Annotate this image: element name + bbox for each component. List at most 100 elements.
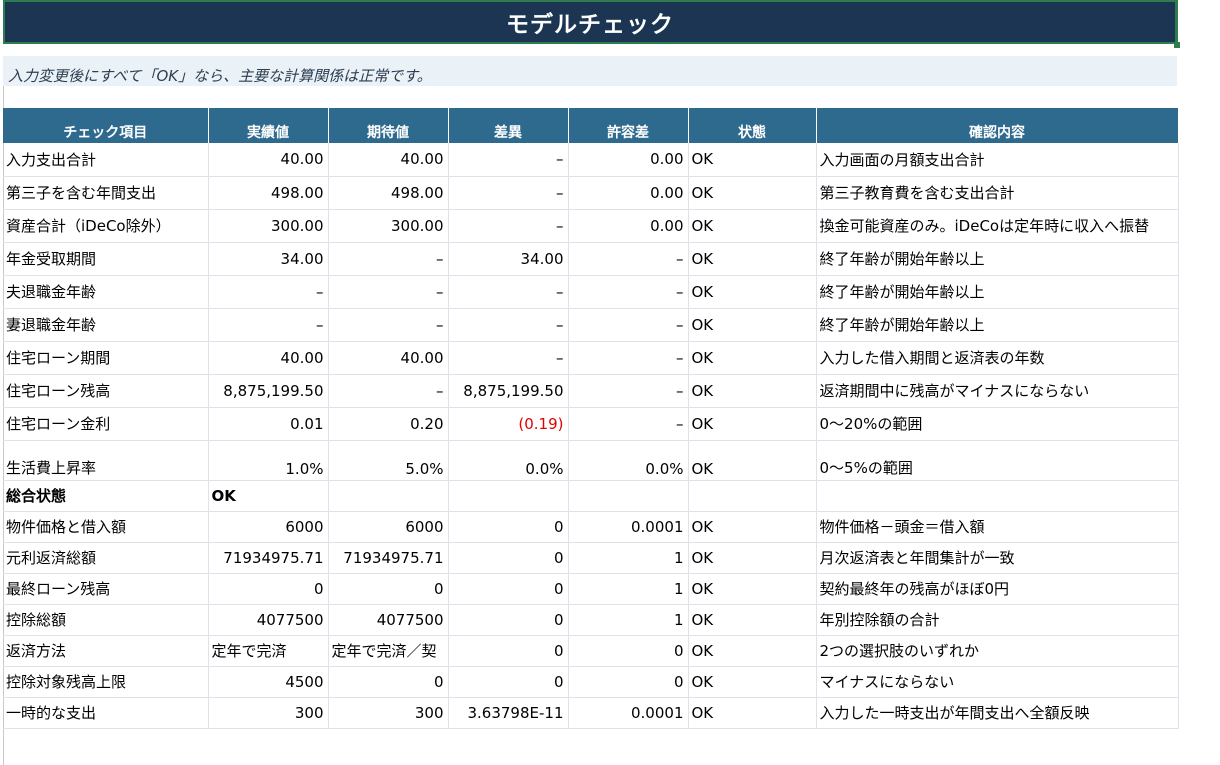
cell-description[interactable]: 返済期間中に残高がマイナスにならない (816, 374, 1179, 408)
cell-tolerance[interactable]: 1 (568, 604, 689, 636)
cell-description[interactable] (816, 480, 1179, 512)
cell-difference[interactable]: 8,875,199.50 (448, 374, 569, 408)
cell-check-item[interactable]: 物件価格と借入額 (3, 511, 209, 543)
cell-status[interactable]: OK (688, 242, 817, 276)
cell-check-item[interactable]: 住宅ローン残高 (3, 374, 209, 408)
cell-tolerance[interactable]: 0 (568, 635, 689, 667)
cell-actual[interactable]: 定年で完済 (208, 635, 329, 667)
header-check-item[interactable]: チェック項目 (3, 108, 209, 143)
cell-actual[interactable]: 498.00 (208, 176, 329, 210)
cell-description[interactable]: 物件価格－頭金＝借入額 (816, 511, 1179, 543)
cell-status[interactable]: OK (688, 604, 817, 636)
fill-handle[interactable] (1174, 42, 1180, 48)
cell-check-item[interactable]: 生活費上昇率 (3, 440, 209, 481)
cell-description[interactable]: 換金可能資産のみ。iDeCoは定年時に収入へ振替 (816, 209, 1179, 243)
cell-difference[interactable]: – (448, 275, 569, 309)
cell-description[interactable]: 入力した借入期間と返済表の年数 (816, 341, 1179, 375)
cell-expected[interactable]: 5.0% (328, 440, 449, 481)
cell-actual[interactable]: 1.0% (208, 440, 329, 481)
cell-actual[interactable]: 300.00 (208, 209, 329, 243)
cell-expected[interactable]: 498.00 (328, 176, 449, 210)
cell-check-item[interactable]: 住宅ローン金利 (3, 407, 209, 441)
cell-difference[interactable]: 0 (448, 511, 569, 543)
cell-actual[interactable]: 300 (208, 697, 329, 729)
cell-expected[interactable]: 40.00 (328, 341, 449, 375)
cell-expected[interactable] (328, 480, 449, 512)
cell-description[interactable]: 0〜5%の範囲 (816, 440, 1179, 481)
cell-expected[interactable]: 定年で完済／契 (328, 635, 449, 667)
cell-check-item[interactable]: 控除対象残高上限 (3, 666, 209, 698)
cell-tolerance[interactable]: 1 (568, 573, 689, 605)
cell-check-item[interactable]: 資産合計（iDeCo除外） (3, 209, 209, 243)
cell-difference[interactable]: – (448, 341, 569, 375)
cell-difference[interactable]: 0.0% (448, 440, 569, 481)
cell-actual[interactable]: – (208, 275, 329, 309)
cell-actual[interactable]: 34.00 (208, 242, 329, 276)
cell-status[interactable]: OK (688, 374, 817, 408)
cell-tolerance[interactable]: 0 (568, 666, 689, 698)
cell-expected[interactable]: 0.20 (328, 407, 449, 441)
cell-actual[interactable]: OK (208, 480, 329, 512)
cell-difference[interactable]: 0 (448, 604, 569, 636)
cell-status[interactable]: OK (688, 511, 817, 543)
cell-tolerance[interactable]: 0.0001 (568, 511, 689, 543)
cell-actual[interactable]: 0.01 (208, 407, 329, 441)
cell-actual[interactable]: 6000 (208, 511, 329, 543)
cell-expected[interactable]: 300.00 (328, 209, 449, 243)
header-actual[interactable]: 実績値 (208, 108, 329, 143)
cell-description[interactable]: 0〜20%の範囲 (816, 407, 1179, 441)
cell-status[interactable]: OK (688, 635, 817, 667)
cell-difference[interactable]: 0 (448, 542, 569, 574)
header-difference[interactable]: 差異 (448, 108, 569, 143)
cell-status[interactable]: OK (688, 341, 817, 375)
cell-actual[interactable]: 40.00 (208, 143, 329, 177)
cell-status[interactable]: OK (688, 143, 817, 177)
cell-status[interactable]: OK (688, 209, 817, 243)
cell-description[interactable]: 月次返済表と年間集計が一致 (816, 542, 1179, 574)
cell-description[interactable]: 終了年齢が開始年齢以上 (816, 308, 1179, 342)
cell-difference[interactable]: 0 (448, 635, 569, 667)
cell-check-item[interactable]: 妻退職金年齢 (3, 308, 209, 342)
cell-check-item[interactable]: 総合状態 (3, 480, 209, 512)
cell-status[interactable]: OK (688, 697, 817, 729)
cell-check-item[interactable]: 控除総額 (3, 604, 209, 636)
cell-actual[interactable]: 4077500 (208, 604, 329, 636)
cell-tolerance[interactable]: 1 (568, 542, 689, 574)
cell-description[interactable]: マイナスにならない (816, 666, 1179, 698)
cell-difference[interactable]: (0.19) (448, 407, 569, 441)
cell-actual[interactable]: 8,875,199.50 (208, 374, 329, 408)
cell-check-item[interactable]: 返済方法 (3, 635, 209, 667)
cell-actual[interactable]: 71934975.71 (208, 542, 329, 574)
cell-status[interactable]: OK (688, 275, 817, 309)
cell-actual[interactable]: 40.00 (208, 341, 329, 375)
cell-expected[interactable]: 4077500 (328, 604, 449, 636)
cell-tolerance[interactable]: 0.00 (568, 143, 689, 177)
cell-tolerance[interactable]: – (568, 275, 689, 309)
cell-tolerance[interactable] (568, 480, 689, 512)
cell-tolerance[interactable]: 0.00 (568, 209, 689, 243)
cell-expected[interactable]: 0 (328, 573, 449, 605)
cell-status[interactable]: OK (688, 308, 817, 342)
header-tolerance[interactable]: 許容差 (568, 108, 689, 143)
cell-expected[interactable]: 0 (328, 666, 449, 698)
cell-description[interactable]: 入力画面の月額支出合計 (816, 143, 1179, 177)
header-expected[interactable]: 期待値 (328, 108, 449, 143)
cell-difference[interactable]: – (448, 176, 569, 210)
cell-check-item[interactable]: 年金受取期間 (3, 242, 209, 276)
cell-tolerance[interactable]: – (568, 242, 689, 276)
header-status[interactable]: 状態 (688, 108, 817, 143)
cell-description[interactable]: 2つの選択肢のいずれか (816, 635, 1179, 667)
cell-actual[interactable]: 0 (208, 573, 329, 605)
cell-difference[interactable]: 3.63798E-11 (448, 697, 569, 729)
cell-check-item[interactable]: 元利返済総額 (3, 542, 209, 574)
cell-difference[interactable]: 0 (448, 573, 569, 605)
cell-expected[interactable]: – (328, 275, 449, 309)
cell-difference[interactable]: – (448, 143, 569, 177)
cell-expected[interactable]: – (328, 374, 449, 408)
cell-difference[interactable] (448, 480, 569, 512)
cell-tolerance[interactable]: 0.0% (568, 440, 689, 481)
cell-check-item[interactable]: 第三子を含む年間支出 (3, 176, 209, 210)
cell-expected[interactable]: – (328, 308, 449, 342)
cell-description[interactable]: 終了年齢が開始年齢以上 (816, 242, 1179, 276)
cell-tolerance[interactable]: – (568, 407, 689, 441)
